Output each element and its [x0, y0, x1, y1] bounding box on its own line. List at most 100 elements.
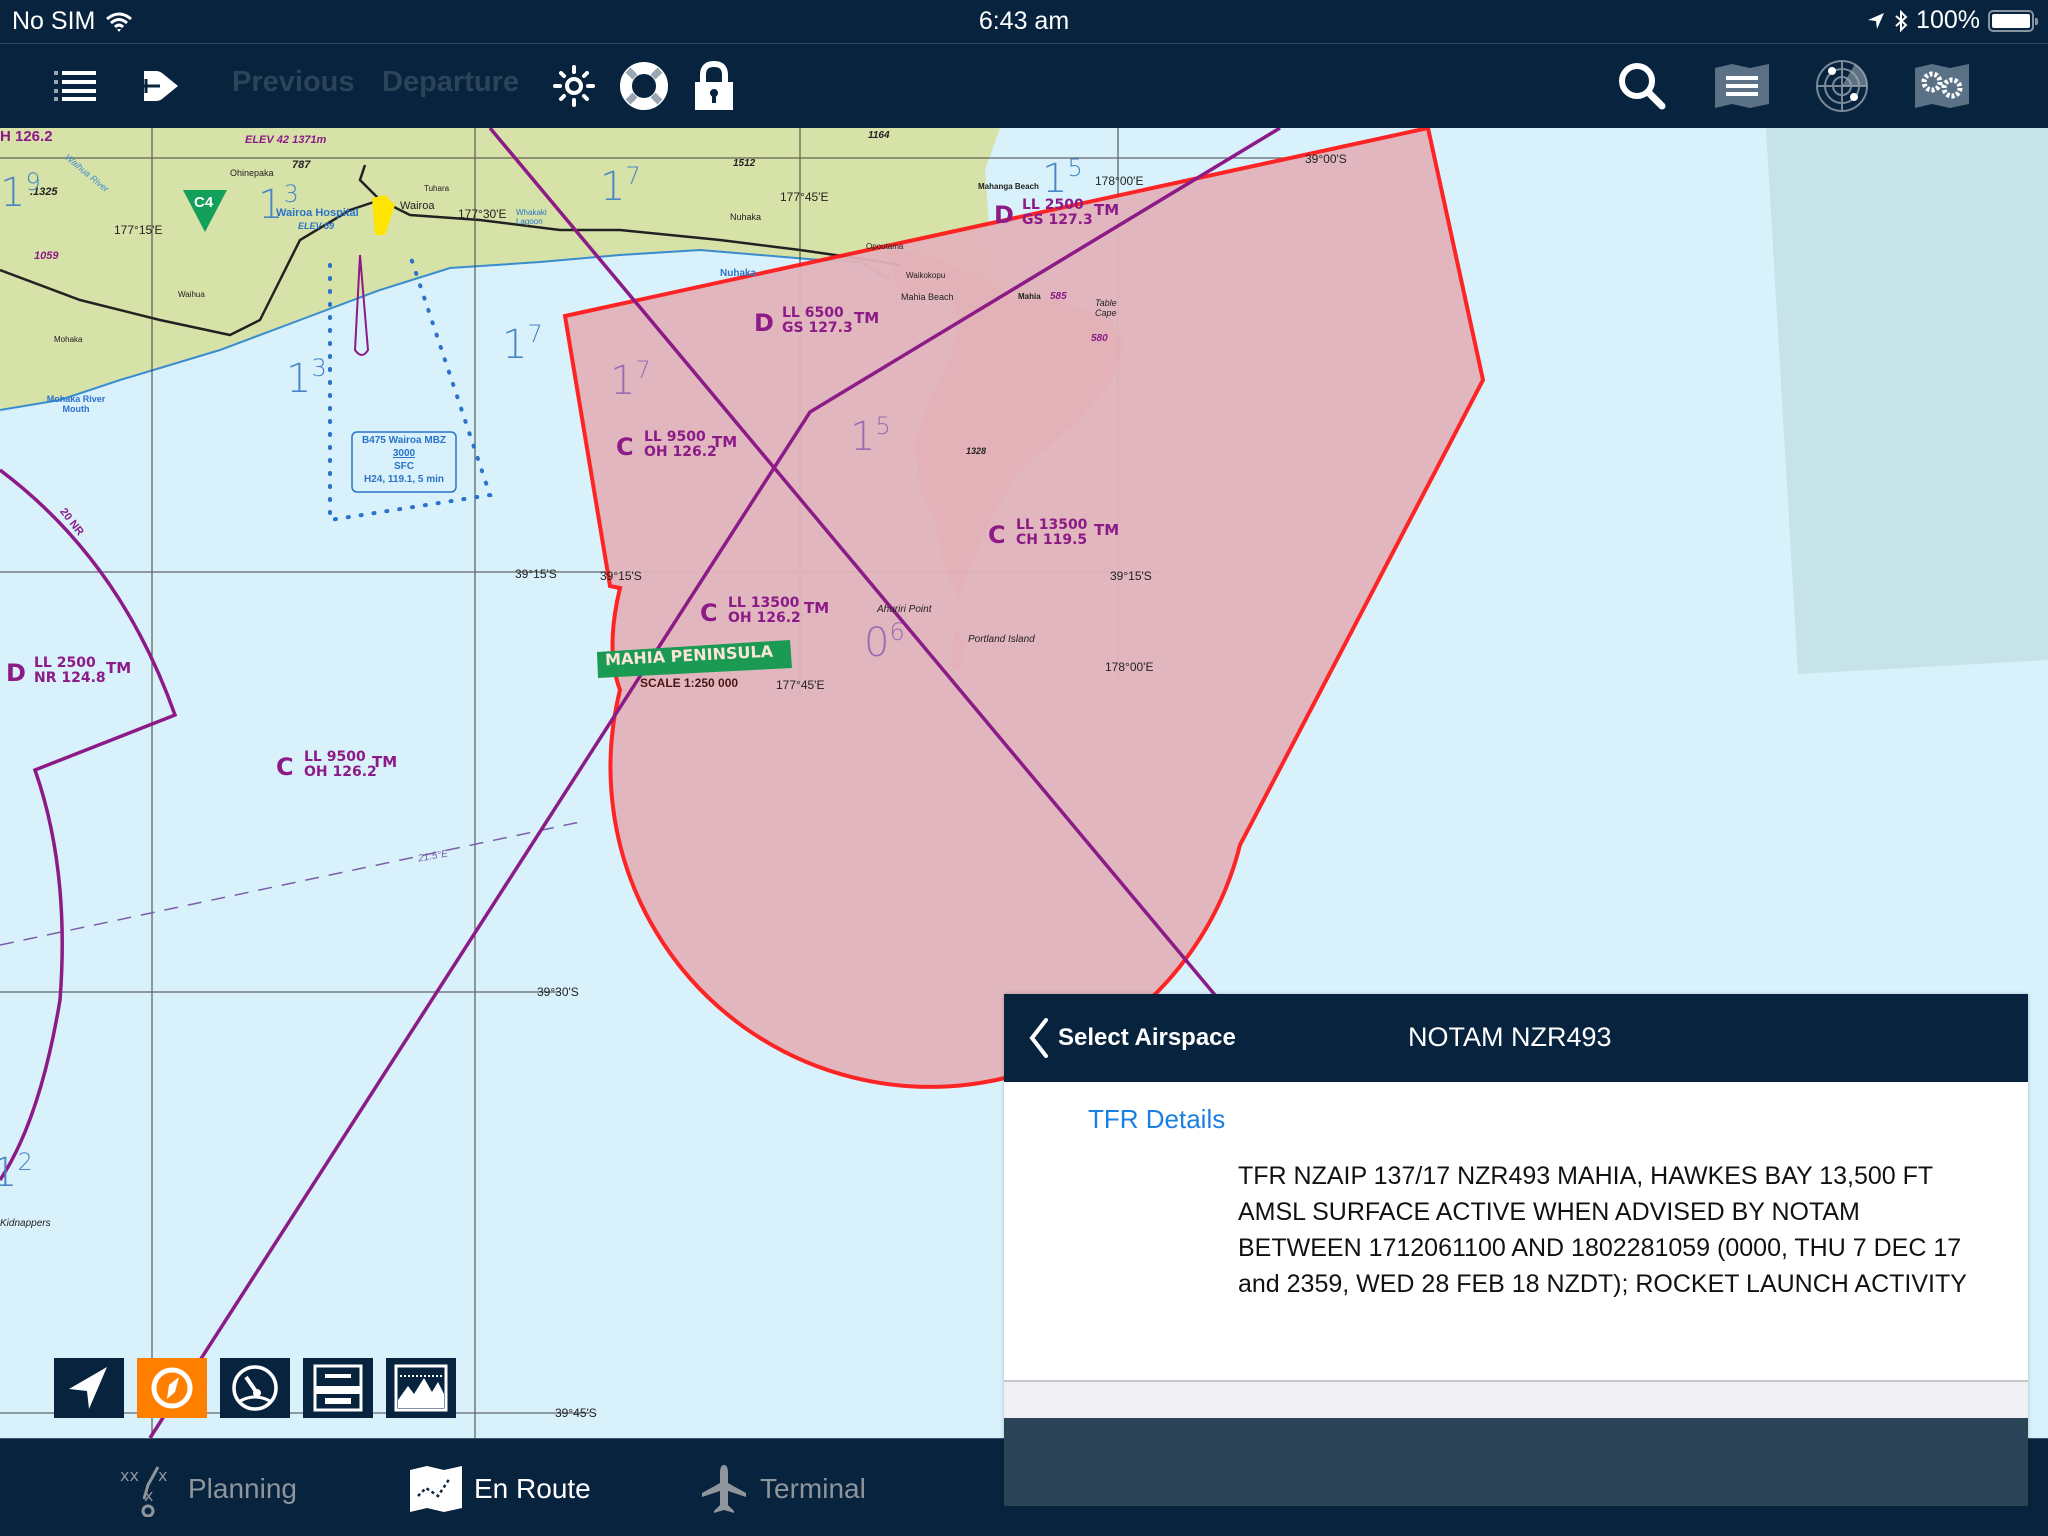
longitude-label: 177°45'E: [776, 678, 825, 692]
grid-mora: 15: [1042, 154, 1083, 202]
map-settings-button[interactable]: [1914, 58, 1970, 114]
latitude-label: 39°30'S: [537, 985, 579, 999]
mbz-label: B475 Wairoa MBZ 3000 SFC H24, 119.1, 5 m…: [361, 435, 447, 485]
scale-label: SCALE 1:250 000: [640, 676, 739, 690]
panel-title: NOTAM NZR493: [1408, 1022, 1612, 1052]
place-label: Opoutama: [866, 242, 904, 251]
status-bar: No SIM 6:43 am 100%: [0, 0, 2048, 44]
svg-text:x: x: [158, 1466, 167, 1485]
spot-height: 787: [292, 159, 311, 171]
spot-height: 1328: [966, 446, 987, 456]
radar-button[interactable]: [1814, 58, 1870, 114]
place-label: Waikokopu: [906, 271, 946, 280]
tab-en-route[interactable]: En Route: [410, 1461, 591, 1517]
grid-mora: 17: [502, 320, 543, 368]
latitude-label: 39°15'S: [600, 569, 642, 583]
latitude-label: 39°15'S: [1110, 569, 1152, 583]
wifi-icon: [106, 12, 133, 32]
compass-button[interactable]: [137, 1358, 207, 1418]
place-label: Mohaka River Mouth: [46, 394, 106, 414]
location-arrow-icon: [1868, 12, 1885, 29]
longitude-label: 178°00'E: [1095, 174, 1144, 188]
place-label: Nuhaka: [730, 212, 762, 222]
compass-icon: [151, 1367, 193, 1409]
flight-plan-strip-button[interactable]: [303, 1358, 373, 1418]
spot-height: 1512: [733, 158, 756, 169]
place-label: Ahuriri Point: [877, 604, 932, 615]
elev-label: ELEV 42 1371m: [245, 134, 327, 146]
bluetooth-icon: [1895, 9, 1908, 32]
battery-icon: [1988, 9, 2038, 32]
grid-mora: 12: [0, 1148, 33, 1196]
lock-icon: [695, 61, 733, 110]
previous-button[interactable]: Previous: [232, 66, 355, 99]
flight-plan-strip-icon: [313, 1364, 363, 1412]
place-label: Portland Island: [968, 634, 1035, 645]
lock-button[interactable]: [692, 58, 736, 114]
latitude-label: 39°00'S: [1305, 152, 1347, 166]
place-label: Kidnappers: [0, 1218, 51, 1229]
tfr-details-link[interactable]: TFR Details: [1088, 1104, 1225, 1135]
terrain-profile-icon: [394, 1364, 448, 1412]
grid-mora: 17: [610, 356, 651, 404]
arc-20nr: [0, 468, 178, 1181]
grid-mora: 17: [600, 162, 641, 210]
list-icon: [54, 71, 96, 101]
longitude-label: 177°45'E: [780, 190, 829, 204]
grid-mora: 19: [0, 168, 41, 216]
battery-percent: 100%: [1916, 6, 1980, 34]
panel-body: TFR Details TFR NZAIP 137/17 NZR493 MAHI…: [1004, 1082, 2028, 1382]
search-button[interactable]: [1616, 58, 1668, 114]
longitude-label: 177°15'E: [114, 223, 163, 237]
tab-terminal[interactable]: Terminal: [700, 1461, 866, 1517]
spot-height: 585: [1050, 291, 1067, 302]
instruments-button[interactable]: [220, 1358, 290, 1418]
lifebuoy-icon: [620, 62, 668, 110]
grid-mora: 06: [864, 618, 905, 666]
longitude-label: 178°00'E: [1105, 660, 1154, 674]
direct-to-button[interactable]: [138, 58, 182, 114]
help-button[interactable]: [618, 58, 670, 114]
place-label: Mahia Beach: [901, 292, 954, 302]
chevron-left-icon: [1029, 1018, 1048, 1058]
track-up-button[interactable]: [54, 1358, 124, 1418]
tab-planning[interactable]: xx x x Planning: [118, 1461, 297, 1517]
spot-height: 580: [1091, 333, 1108, 344]
place-label: Waihua: [178, 290, 205, 299]
map-settings-icon: [1915, 64, 1969, 108]
brightness-button[interactable]: [552, 58, 596, 114]
shaded-zone: [1766, 128, 2048, 674]
grid-mora: 13: [286, 354, 327, 402]
panel-header: Select Airspace NOTAM NZR493: [1004, 994, 2028, 1082]
tab-en-route-label: En Route: [474, 1473, 591, 1504]
planning-icon: xx xx: [120, 1466, 167, 1517]
back-label: Select Airspace: [1058, 1024, 1236, 1051]
brightness-icon: [553, 65, 595, 107]
place-label: Nuhaka: [720, 268, 757, 279]
place-label: Tuhara: [424, 184, 450, 193]
radar-icon: [1816, 60, 1868, 112]
tab-terminal-label: Terminal: [760, 1473, 866, 1504]
top-toolbar: Previous Departure: [0, 44, 2048, 128]
place-label: Ohinepaka: [230, 168, 274, 178]
place-label: Wairoa: [400, 200, 435, 212]
back-button[interactable]: Select Airspace: [1028, 1018, 1236, 1058]
notam-text: TFR NZAIP 137/17 NZR493 MAHIA, HAWKES BA…: [1238, 1162, 1967, 1298]
map-layers-button[interactable]: [1714, 58, 1770, 114]
departure-button[interactable]: Departure: [382, 66, 519, 99]
place-label: Table Cape: [1095, 298, 1117, 318]
latitude-label: 39°15'S: [515, 567, 557, 581]
instruments-icon: [232, 1365, 278, 1411]
map-layers-icon: [1715, 64, 1769, 108]
notam-detail-panel: Select Airspace NOTAM NZR493 TFR Details…: [1004, 994, 2028, 1506]
list-button[interactable]: [50, 58, 100, 114]
clock: 6:43 am: [978, 7, 1070, 35]
place-label: Mohaka: [54, 335, 83, 344]
grid-mora: 15: [850, 412, 891, 460]
place-label: Whakaki Lagoon: [516, 208, 547, 226]
map-tool-bar: [54, 1358, 456, 1418]
svg-text:xx: xx: [120, 1466, 139, 1485]
longitude-label: 177°30'E: [458, 207, 507, 221]
grid-mora: 13: [258, 180, 299, 228]
terrain-profile-button[interactable]: [386, 1358, 456, 1418]
